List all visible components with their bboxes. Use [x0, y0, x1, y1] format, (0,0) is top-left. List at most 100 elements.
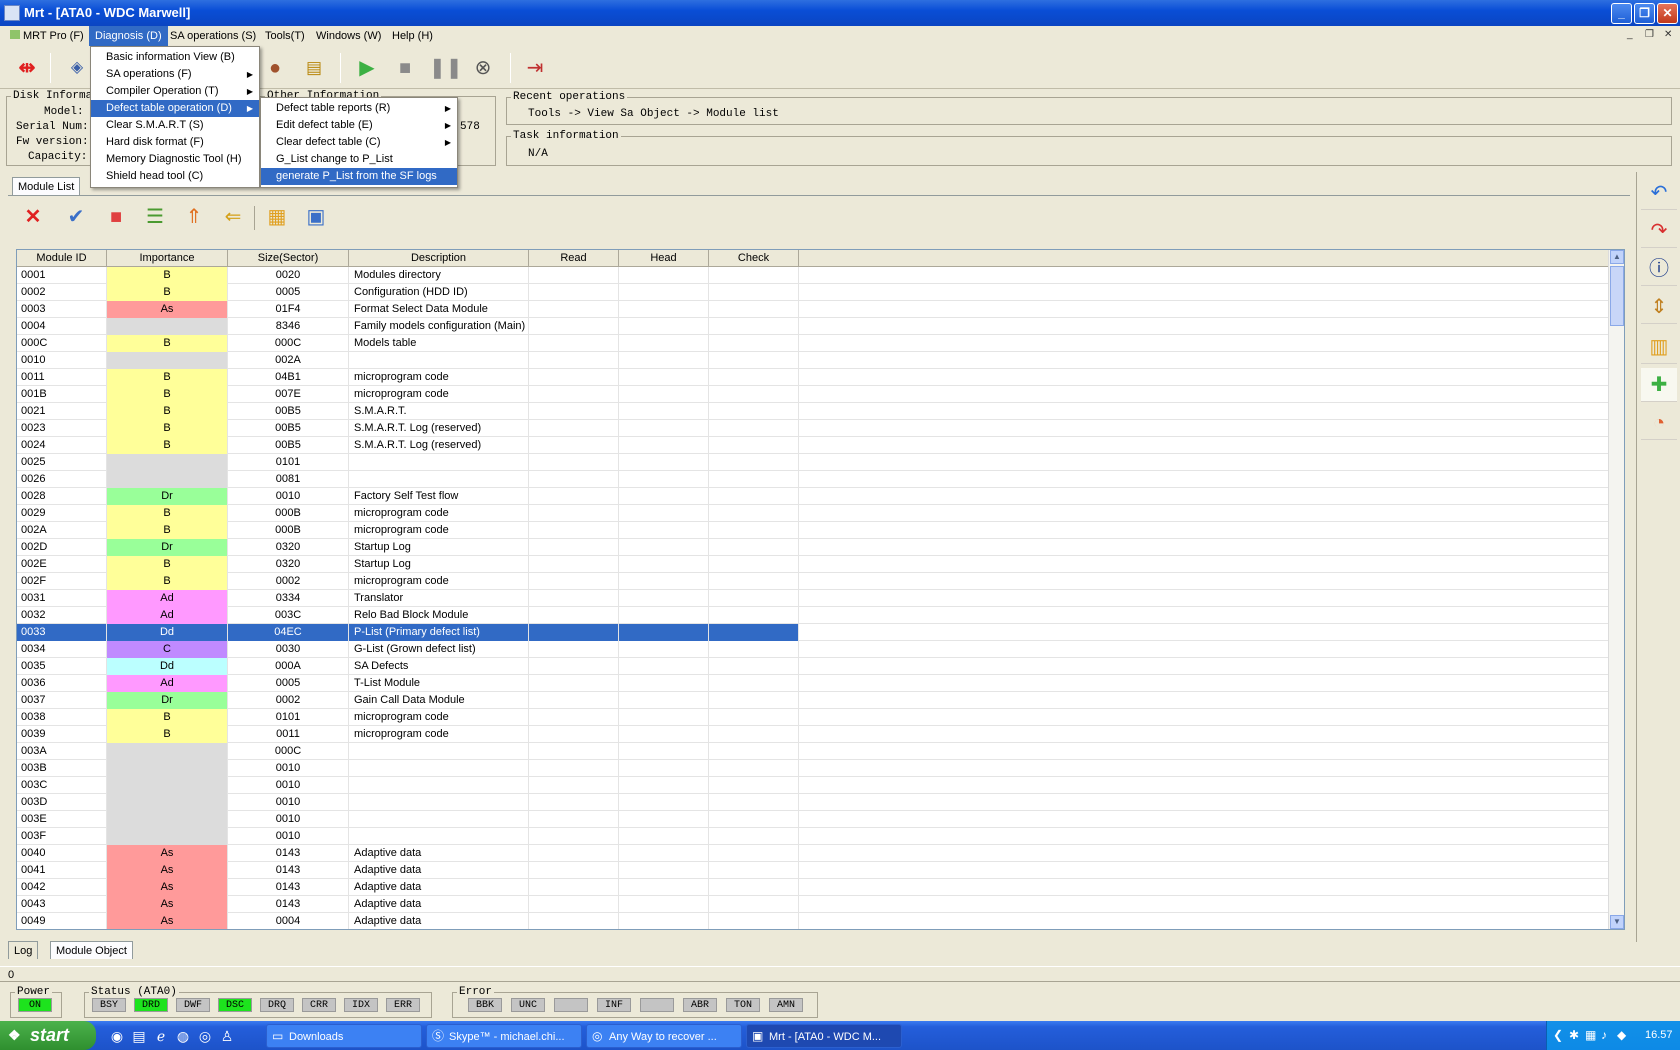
- check-icon[interactable]: ✔: [63, 204, 89, 230]
- disk-icon[interactable]: ◈: [62, 53, 92, 83]
- quicklaunch-notepad-icon[interactable]: ▤: [130, 1027, 148, 1045]
- table-row[interactable]: 001B B 007E microprogram code: [17, 386, 1610, 403]
- tray-bluetooth-icon[interactable]: ✱: [1569, 1028, 1579, 1042]
- scroll-down-icon[interactable]: ▼: [1610, 915, 1624, 929]
- mdi-restore-button[interactable]: ❐: [1645, 29, 1654, 40]
- menu-item-memory-diagnostic[interactable]: Memory Diagnostic Tool (H): [91, 151, 259, 168]
- report-icon[interactable]: ▤: [299, 53, 329, 83]
- connect-icon[interactable]: ⇹: [12, 53, 42, 83]
- table-row[interactable]: 0042 As 0143 Adaptive data: [17, 879, 1610, 896]
- table-row[interactable]: 0033 Dd 04EC P-List (Primary defect list): [17, 624, 1610, 641]
- menu-tools[interactable]: Tools(T): [259, 26, 311, 46]
- menu-item-glist-to-plist[interactable]: G_List change to P_List: [261, 151, 457, 168]
- table-row[interactable]: 0041 As 0143 Adaptive data: [17, 862, 1610, 879]
- table-row[interactable]: 003A 000C: [17, 743, 1610, 760]
- stop-square-icon[interactable]: ■: [103, 204, 129, 230]
- column-header-head[interactable]: Head: [619, 250, 709, 267]
- table-row[interactable]: 0010 002A: [17, 352, 1610, 369]
- mdi-close-button[interactable]: ✕: [1664, 29, 1672, 40]
- column-header-importance[interactable]: Importance: [107, 250, 228, 267]
- table-row[interactable]: 0029 B 000B microprogram code: [17, 505, 1610, 522]
- table-scrollbar[interactable]: ▲ ▼: [1608, 250, 1624, 929]
- quicklaunch-chrome-icon[interactable]: ◎: [196, 1027, 214, 1045]
- menu-windows[interactable]: Windows (W): [310, 26, 387, 46]
- scroll-up-icon[interactable]: ▲: [1610, 250, 1624, 264]
- puzzle-icon[interactable]: ✚: [1641, 368, 1677, 402]
- task-chrome[interactable]: ◎ Any Way to recover ...: [586, 1024, 742, 1048]
- table-row[interactable]: 0025 0101: [17, 454, 1610, 471]
- quicklaunch-firefox-icon[interactable]: ◍: [174, 1027, 192, 1045]
- table-row[interactable]: 0037 Dr 0002 Gain Call Data Module: [17, 692, 1610, 709]
- upload-icon[interactable]: ⇑: [181, 204, 207, 230]
- menu-mrt-pro[interactable]: MRT Pro (F): [4, 26, 90, 46]
- table-row[interactable]: 0021 B 00B5 S.M.A.R.T.: [17, 403, 1610, 420]
- chart-icon[interactable]: ▦: [264, 204, 290, 230]
- table-row[interactable]: 003B 0010: [17, 760, 1610, 777]
- table-row[interactable]: 0011 B 04B1 microprogram code: [17, 369, 1610, 386]
- maximize-button[interactable]: ❐: [1634, 3, 1655, 24]
- tab-module-list[interactable]: Module List: [12, 177, 81, 195]
- table-row[interactable]: 002A B 000B microprogram code: [17, 522, 1610, 539]
- quicklaunch-ie-icon[interactable]: ◉: [108, 1027, 126, 1045]
- table-row[interactable]: 0001 B 0020 Modules directory: [17, 267, 1610, 284]
- palette-icon[interactable]: ◔: [1641, 406, 1677, 440]
- menu-diagnosis[interactable]: Diagnosis (D): [89, 26, 168, 46]
- clock[interactable]: 16.57: [1645, 1029, 1673, 1041]
- redo-icon[interactable]: ↷: [1641, 214, 1677, 248]
- close-button[interactable]: ✕: [1657, 3, 1678, 24]
- table-row[interactable]: 003C 0010: [17, 777, 1610, 794]
- window-icon[interactable]: ▣: [303, 204, 329, 230]
- table-row[interactable]: 0026 0081: [17, 471, 1610, 488]
- column-header-read[interactable]: Read: [529, 250, 619, 267]
- tray-network-icon[interactable]: ▦: [1585, 1028, 1596, 1042]
- table-row[interactable]: 0024 B 00B5 S.M.A.R.T. Log (reserved): [17, 437, 1610, 454]
- info-icon[interactable]: ⓘ: [1641, 252, 1677, 286]
- menu-sa-operations[interactable]: SA operations (S): [164, 26, 262, 46]
- table-row[interactable]: 003E 0010: [17, 811, 1610, 828]
- table-row[interactable]: 0031 Ad 0334 Translator: [17, 590, 1610, 607]
- tab-module-object[interactable]: Module Object: [50, 941, 133, 959]
- globe-icon[interactable]: ●: [260, 53, 290, 83]
- table-row[interactable]: 003F 0010: [17, 828, 1610, 845]
- tray-volume-icon[interactable]: ♪: [1601, 1028, 1607, 1042]
- task-mrt[interactable]: ▣ Mrt - [ATA0 - WDC M...: [746, 1024, 902, 1048]
- pause-icon[interactable]: ❚❚: [429, 53, 463, 83]
- menu-item-defect-reports[interactable]: Defect table reports (R) ▶: [261, 100, 457, 117]
- undo-icon[interactable]: ↶: [1641, 176, 1677, 210]
- tab-log[interactable]: Log: [8, 941, 39, 959]
- table-row[interactable]: 002E B 0320 Startup Log: [17, 556, 1610, 573]
- table-row[interactable]: 0049 As 0004 Adaptive data: [17, 913, 1610, 929]
- menu-help[interactable]: Help (H): [386, 26, 439, 46]
- table-row[interactable]: 0040 As 0143 Adaptive data: [17, 845, 1610, 862]
- table-row[interactable]: 000C B 000C Models table: [17, 335, 1610, 352]
- table-row[interactable]: 0036 Ad 0005 T-List Module: [17, 675, 1610, 692]
- menu-item-defect-table[interactable]: Defect table operation (D) ▶: [91, 100, 259, 117]
- menu-item-generate-plist[interactable]: generate P_List from the SF logs: [261, 168, 457, 185]
- menu-item-clear-smart[interactable]: Clear S.M.A.R.T (S): [91, 117, 259, 134]
- table-row[interactable]: 0003 As 01F4 Format Select Data Module: [17, 301, 1610, 318]
- delete-icon[interactable]: ✕: [20, 204, 46, 230]
- table-row[interactable]: 0023 B 00B5 S.M.A.R.T. Log (reserved): [17, 420, 1610, 437]
- menu-item-hard-disk-format[interactable]: Hard disk format (F): [91, 134, 259, 151]
- table-row[interactable]: 002F B 0002 microprogram code: [17, 573, 1610, 590]
- task-downloads[interactable]: ▭ Downloads: [266, 1024, 422, 1048]
- table-row[interactable]: 0043 As 0143 Adaptive data: [17, 896, 1610, 913]
- ruler-icon[interactable]: ⇕: [1641, 290, 1677, 324]
- column-header-module-id[interactable]: Module ID: [17, 250, 107, 267]
- cancel-icon[interactable]: ⊗: [468, 53, 498, 83]
- mdi-minimize-button[interactable]: _: [1627, 29, 1633, 40]
- task-skype[interactable]: Ⓢ Skype™ - michael.chi...: [426, 1024, 582, 1048]
- column-header-size[interactable]: Size(Sector): [228, 250, 349, 267]
- tray-security-icon[interactable]: ◆: [1617, 1028, 1626, 1042]
- menu-item-sa-operations[interactable]: SA operations (F) ▶: [91, 66, 259, 83]
- table-row[interactable]: 0038 B 0101 microprogram code: [17, 709, 1610, 726]
- table-row[interactable]: 0039 B 0011 microprogram code: [17, 726, 1610, 743]
- stop-icon[interactable]: ■: [390, 53, 420, 83]
- minimize-button[interactable]: _: [1611, 3, 1632, 24]
- exit-icon[interactable]: ⇥: [520, 53, 550, 83]
- import-icon[interactable]: ⇐: [220, 204, 246, 230]
- table-row[interactable]: 002D Dr 0320 Startup Log: [17, 539, 1610, 556]
- column-header-check[interactable]: Check: [709, 250, 799, 267]
- table-row[interactable]: 0032 Ad 003C Relo Bad Block Module: [17, 607, 1610, 624]
- quicklaunch-browser-icon[interactable]: ℯ: [152, 1027, 170, 1045]
